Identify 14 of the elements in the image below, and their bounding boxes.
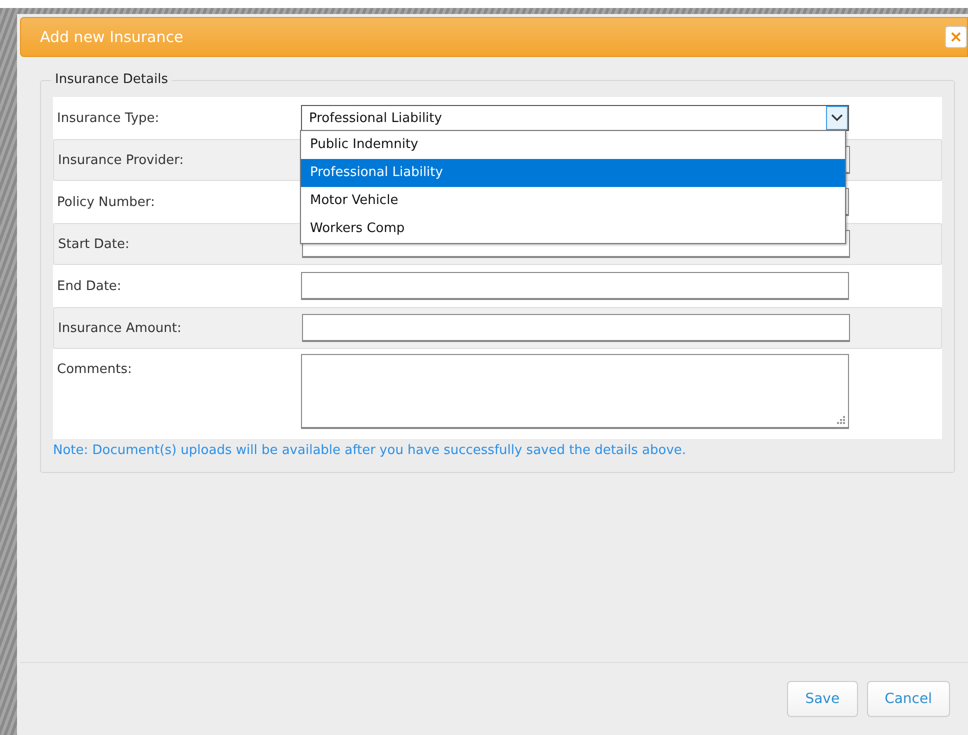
field-label: Insurance Amount:: [58, 320, 182, 336]
field-label: Insurance Type:: [57, 110, 160, 126]
field-label: Insurance Provider:: [58, 152, 185, 168]
field-label: Comments:: [57, 362, 133, 377]
dropdown-option[interactable]: Motor Vehicle: [301, 187, 845, 215]
note-text: Note: Document(s) uploads will be available after you have successfully saved the details above.: [53, 443, 688, 458]
dropdown-option[interactable]: Professional Liability: [301, 159, 845, 187]
insurance-type-dropdown[interactable]: Professional Liability: [301, 105, 849, 131]
field-label: End Date:: [57, 278, 122, 294]
field-label: Start Date:: [58, 236, 130, 252]
field-label: Policy Number:: [57, 194, 156, 210]
dialog-title: Add new Insurance: [40, 28, 184, 46]
dropdown-option[interactable]: Workers Comp: [301, 215, 845, 243]
dropdown-option[interactable]: Public Indemnity: [301, 131, 845, 159]
